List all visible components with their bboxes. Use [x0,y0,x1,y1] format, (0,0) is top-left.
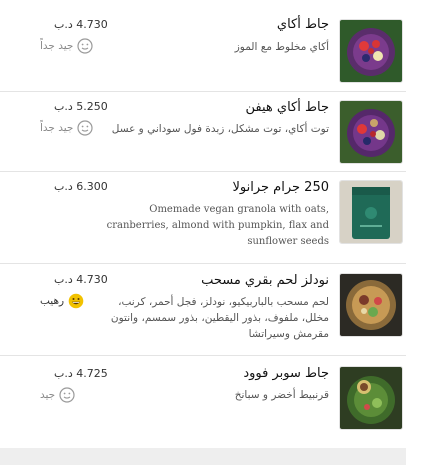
acai-bowl-image[interactable] [339,19,403,83]
item-name: نودلز لحم بقري مسحب [201,273,329,288]
item-description: قرنبيط أخضر و سبانخ [234,389,329,401]
item-name: جاط أكاي [276,17,329,32]
rating-label: رهيب [40,295,65,307]
item-price: 6.300 د.ب [54,180,108,193]
divider [0,171,406,172]
divider [0,91,406,92]
acai-bowl-image[interactable] [339,100,403,164]
granola-bag-image[interactable] [339,180,403,244]
item-description: أكاي مخلوط مع الموز [234,41,329,53]
section-header [0,448,406,465]
neutral-face-icon [77,38,94,54]
item-description: Omemade vegan granola with oats, cranber… [106,204,329,247]
item-description: لحم مسحب بالباربيكيو، نودلز، فجل أحمر، ك… [110,296,329,340]
rating-label: جيد جداً [40,40,74,52]
grin-face-icon [68,293,84,309]
rating-label: جيد [40,389,56,401]
rating: جيد [40,386,75,404]
neutral-face-icon [77,120,94,136]
noodle-bowl-image[interactable] [339,273,403,337]
divider [0,355,406,356]
item-price: 4.730 د.ب [54,273,108,286]
item-price: 5.250 د.ب [54,100,108,113]
item-name: جاط أكاي هيفن [245,100,329,115]
rating: رهيب [40,292,84,310]
rating: جيد جداً [40,119,94,137]
superfood-bowl-image[interactable] [339,366,403,430]
item-name: 250 جرام جرانولا [232,180,329,195]
item-description: توت أكاي، توت مشكل، زبدة فول سوداني و عس… [111,123,329,135]
item-name: جاط سوبر فوود [243,366,329,381]
item-price: 4.725 د.ب [54,367,108,380]
neutral-face-icon [59,387,75,403]
rating-label: جيد جداً [40,122,74,134]
item-price: 4.730 د.ب [54,18,108,31]
divider [0,263,406,264]
rating: جيد جداً [40,37,94,55]
